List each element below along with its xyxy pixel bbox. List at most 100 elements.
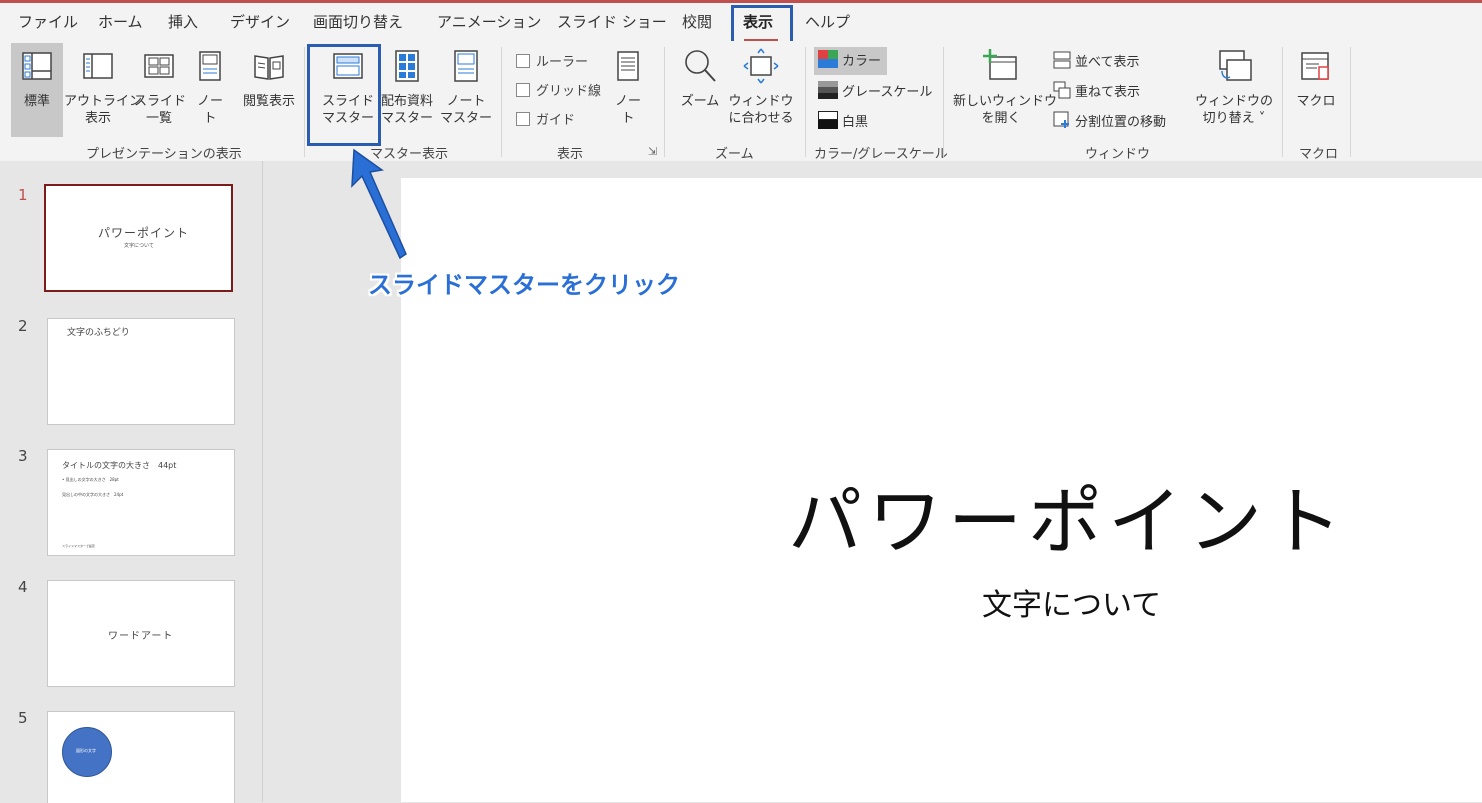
normal-view-label: 標準 xyxy=(23,94,50,109)
notes-page-label-2: ト xyxy=(203,111,217,126)
thumb-title: パワーポイント xyxy=(98,226,190,240)
ruler-label: ルーラー xyxy=(536,55,589,70)
black-white-icon xyxy=(818,111,838,133)
slide-sorter-label-2: 一覧 xyxy=(145,111,172,126)
annotation-arrow-icon xyxy=(351,148,407,260)
move-split-button[interactable]: 分割位置の移動 xyxy=(1053,111,1166,133)
notes-master-icon xyxy=(454,50,478,82)
new-window-button[interactable]: 新しいウィンドウ を開く xyxy=(953,43,1058,127)
zoom-label: ズーム xyxy=(680,94,720,109)
reading-view-button[interactable]: 閲覧表示 xyxy=(238,43,300,110)
checkbox-box[interactable] xyxy=(516,112,530,126)
cascade-button[interactable]: 重ねて表示 xyxy=(1053,81,1140,103)
normal-view-button[interactable]: 標準 xyxy=(11,43,63,137)
notes-icon xyxy=(617,51,639,81)
slide-subtitle[interactable]: 文字について xyxy=(982,580,1161,624)
fit-to-window-label-2: に合わせる xyxy=(728,111,794,126)
cascade-label: 重ねて表示 xyxy=(1075,85,1141,100)
group-label-macros: マクロ xyxy=(1299,147,1339,162)
gridlines-checkbox[interactable]: グリッド線 xyxy=(516,80,601,99)
ribbon-separator xyxy=(501,47,502,157)
macro-icon xyxy=(1301,52,1329,80)
handout-master-label-1: 配布資料 xyxy=(380,94,433,109)
slide-sorter-button[interactable]: スライド 一覧 xyxy=(134,43,187,127)
macros-button[interactable]: マクロ xyxy=(1292,43,1340,110)
zoom-button[interactable]: ズーム xyxy=(676,43,724,110)
grayscale-button[interactable]: グレースケール xyxy=(818,81,932,103)
grayscale-label: グレースケール xyxy=(842,85,933,100)
ribbon-separator xyxy=(664,47,665,157)
slide-number: 4 xyxy=(18,578,28,596)
checkbox-box[interactable] xyxy=(516,83,530,97)
switch-windows-icon xyxy=(1219,50,1252,81)
move-split-label: 分割位置の移動 xyxy=(1075,115,1167,130)
slide-thumbnail-2[interactable]: 文字のふちどり xyxy=(47,318,235,425)
handout-master-icon xyxy=(395,50,419,82)
notes-page-icon xyxy=(199,51,221,81)
fit-window-icon xyxy=(743,48,779,84)
switch-windows-label-1: ウィンドウの xyxy=(1195,94,1274,109)
tab-review[interactable]: 校閲 xyxy=(682,11,712,32)
outline-view-button[interactable]: アウトライン 表示 xyxy=(64,43,142,127)
tab-slideshow[interactable]: スライド ショー xyxy=(557,11,667,32)
circle-shape: 図形の文字 xyxy=(62,727,112,777)
black-white-button[interactable]: 白黒 xyxy=(818,111,868,133)
slide-sorter-label-1: スライド xyxy=(134,94,187,109)
ribbon-separator xyxy=(943,47,944,157)
slide-thumbnail-4[interactable]: ワードアート xyxy=(47,580,235,687)
slide-number: 2 xyxy=(18,317,28,335)
tab-design[interactable]: デザイン xyxy=(230,11,290,32)
notes-button[interactable]: ノー ト xyxy=(608,43,648,127)
notes-label-2: ト xyxy=(621,111,635,126)
thumb-title: タイトルの文字の大きさ 44pt xyxy=(62,461,177,470)
arrange-all-button[interactable]: 並べて表示 xyxy=(1053,51,1139,73)
black-white-label: 白黒 xyxy=(842,115,869,130)
checkbox-box[interactable] xyxy=(516,54,530,68)
move-split-icon xyxy=(1053,111,1071,133)
notes-page-label-1: ノー xyxy=(196,94,223,109)
slide-thumbnail-3[interactable]: タイトルの文字の大きさ 44pt • 見出しの文字の大きさ 28pt 見出しの中… xyxy=(47,449,235,556)
handout-master-button[interactable]: 配布資料 マスター xyxy=(378,43,436,127)
handout-master-label-2: マスター xyxy=(380,111,433,126)
new-window-label-1: 新しいウィンドウ xyxy=(953,94,1058,109)
tab-transitions[interactable]: 画面切り替え xyxy=(313,11,403,32)
guides-label: ガイド xyxy=(536,113,576,128)
shape-text: 図形の文字 xyxy=(76,748,96,753)
guides-checkbox[interactable]: ガイド xyxy=(516,109,575,128)
thumb-footer: スライドマスターで設定 xyxy=(62,544,95,548)
notes-master-button[interactable]: ノート マスター xyxy=(438,43,494,127)
tab-insert[interactable]: 挿入 xyxy=(168,11,198,32)
slide-thumbnails-pane[interactable]: 1 パワーポイント 文字について 2 文字のふちどり 3 タイトルの文字の大きさ… xyxy=(0,161,263,803)
gridlines-label: グリッド線 xyxy=(536,84,602,99)
grayscale-icon xyxy=(818,81,838,103)
ribbon-separator xyxy=(805,47,806,157)
new-window-icon xyxy=(983,49,1017,80)
fit-to-window-button[interactable]: ウィンドウ に合わせる xyxy=(727,43,795,127)
macros-label: マクロ xyxy=(1296,94,1336,109)
tab-help[interactable]: ヘルプ xyxy=(805,11,850,32)
slide-master-highlight xyxy=(307,44,381,146)
ruler-checkbox[interactable]: ルーラー xyxy=(516,51,588,70)
group-label-zoom: ズーム xyxy=(715,147,754,162)
callout-text: スライドマスターをクリック xyxy=(368,271,680,299)
color-button[interactable]: カラー xyxy=(814,47,888,75)
thumb-title: ワードアート xyxy=(108,631,174,642)
switch-windows-label-2: 切り替え ˅ xyxy=(1202,111,1266,126)
switch-windows-button[interactable]: ウィンドウの 切り替え ˅ xyxy=(1195,43,1273,127)
slide-number: 3 xyxy=(18,447,28,465)
slide-number: 5 xyxy=(18,709,28,727)
ribbon: 標準 アウトライン 表示 スライド 一覧 ノー ト 閲覧表示 プレゼンテーション… xyxy=(0,41,1482,162)
normal-view-icon xyxy=(22,52,52,80)
tab-animations[interactable]: アニメーション xyxy=(437,11,541,32)
dialog-launcher-icon[interactable]: ⇲ xyxy=(648,145,657,158)
slide-number: 1 xyxy=(18,186,28,204)
outline-view-icon xyxy=(83,53,113,79)
slide-title[interactable]: パワーポイント xyxy=(788,462,1348,569)
tab-home[interactable]: ホーム xyxy=(98,11,143,32)
outline-view-label-2: 表示 xyxy=(84,111,111,126)
magnifier-icon xyxy=(685,50,716,82)
slide-thumbnail-5[interactable]: 図形の文字 xyxy=(47,711,235,803)
slide-thumbnail-1[interactable]: パワーポイント 文字について xyxy=(44,184,233,292)
notes-page-button[interactable]: ノー ト xyxy=(190,43,230,127)
tab-file[interactable]: ファイル xyxy=(18,11,78,32)
